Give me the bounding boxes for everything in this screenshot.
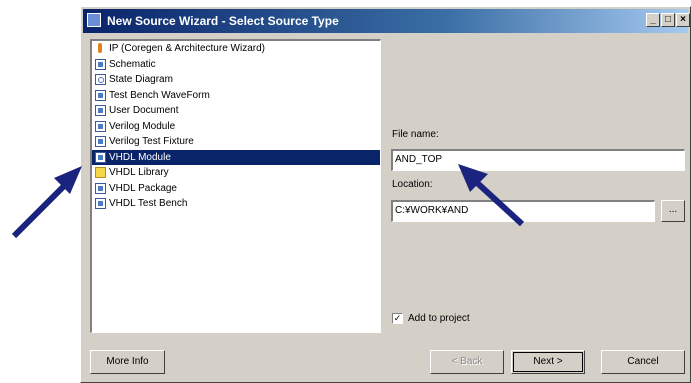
library-icon [95, 167, 106, 179]
list-item-vhdl-package[interactable]: VHDL Package [92, 181, 380, 197]
list-item-label: VHDL Test Bench [109, 198, 188, 210]
file-name-field[interactable]: AND_TOP [391, 149, 685, 171]
list-item-vhdl-test-bench[interactable]: VHDL Test Bench [92, 196, 380, 212]
cancel-button[interactable]: Cancel [601, 350, 685, 374]
list-item-label: IP (Coregen & Architecture Wizard) [109, 43, 265, 55]
list-item-label: VHDL Library [109, 167, 169, 179]
more-info-button[interactable]: More Info [90, 350, 165, 374]
list-item-user-document[interactable]: User Document [92, 103, 380, 119]
list-item-vhdl-module[interactable]: VHDL Module [92, 149, 380, 165]
add-to-project-label: Add to project [408, 313, 470, 324]
next-button[interactable]: Next > [511, 350, 585, 374]
window-title: New Source Wizard - Select Source Type [107, 14, 339, 28]
new-source-wizard-window: New Source Wizard - Select Source Type _… [80, 6, 691, 383]
back-button[interactable]: < Back [430, 350, 504, 374]
testbench-icon [95, 198, 106, 210]
list-item-verilog-test-fixture[interactable]: Verilog Test Fixture [92, 134, 380, 150]
verilog-test-icon [95, 136, 106, 148]
location-label: Location: [392, 179, 433, 190]
arrow-to-vhdl-module-icon [11, 166, 82, 239]
add-to-project-checkbox[interactable]: ✓ [392, 313, 403, 324]
list-item-label: VHDL Package [109, 182, 177, 194]
list-item-label: Verilog Test Fixture [109, 136, 194, 148]
list-item-state-diagram[interactable]: State Diagram [92, 72, 380, 88]
file-name-label: File name: [392, 129, 439, 140]
ip-icon [95, 43, 106, 54]
app-icon [87, 13, 101, 27]
list-item-label: Verilog Module [109, 120, 176, 132]
state-diagram-icon [95, 74, 106, 86]
list-item-schematic[interactable]: Schematic [92, 57, 380, 73]
title-bar[interactable]: New Source Wizard - Select Source Type _… [83, 9, 690, 33]
list-item-verilog-module[interactable]: Verilog Module [92, 119, 380, 135]
browse-button[interactable]: ... [661, 200, 685, 222]
list-item-label: State Diagram [109, 74, 173, 86]
list-item-label: VHDL Module [109, 151, 171, 163]
package-icon [95, 182, 106, 194]
maximize-button[interactable]: □ [661, 13, 675, 27]
add-to-project-row[interactable]: ✓ Add to project [392, 313, 470, 324]
list-item-vhdl-library[interactable]: VHDL Library [92, 165, 380, 181]
minimize-button[interactable]: _ [646, 13, 660, 27]
vhdl-icon [95, 151, 106, 163]
list-item-test-bench-waveform[interactable]: Test Bench WaveForm [92, 88, 380, 104]
list-item-label: Test Bench WaveForm [109, 89, 210, 101]
close-button[interactable]: × [676, 13, 690, 27]
location-field[interactable]: C:¥WORK¥AND [391, 200, 655, 222]
source-type-list[interactable]: IP (Coregen & Architecture Wizard) Schem… [90, 39, 381, 333]
schematic-icon [95, 58, 106, 70]
waveform-icon [95, 89, 106, 101]
verilog-icon [95, 120, 106, 132]
list-item-ip[interactable]: IP (Coregen & Architecture Wizard) [92, 41, 380, 57]
list-item-label: Schematic [109, 58, 156, 70]
list-item-label: User Document [109, 105, 179, 117]
document-icon [95, 105, 106, 117]
